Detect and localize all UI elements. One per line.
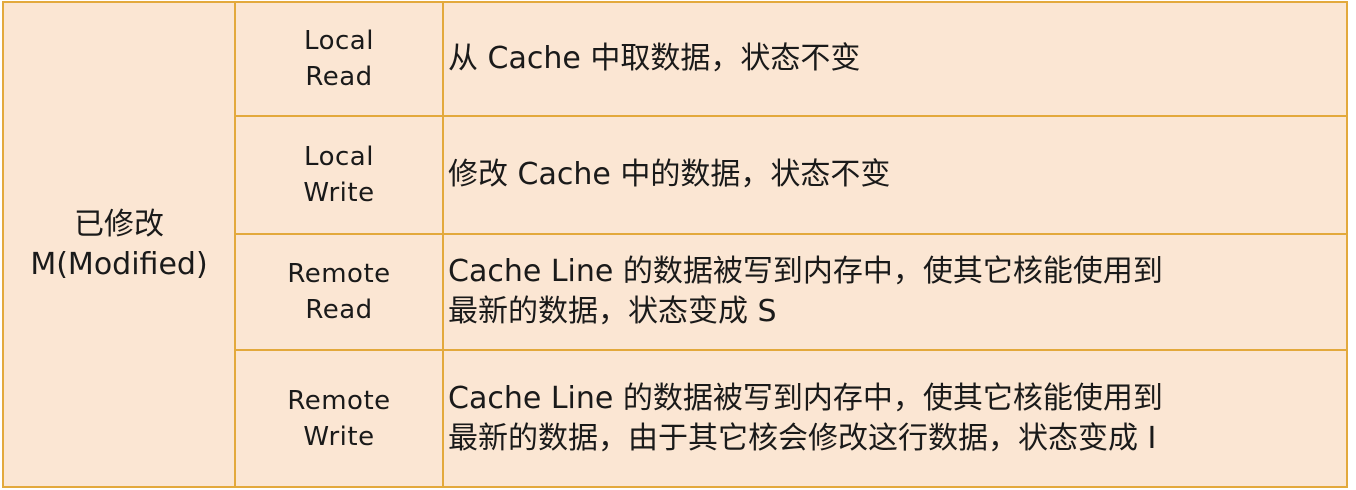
- mesi-state-table: 已修改 M(Modified) Local Read 从 Cache 中取数据，…: [2, 1, 1348, 488]
- event-cell-remote-write: Remote Write: [234, 349, 444, 488]
- event-label-line2: Read: [305, 62, 373, 92]
- state-name-en: M(Modified): [30, 246, 208, 282]
- description-cell: 从 Cache 中取数据，状态不变: [442, 1, 1348, 117]
- description-line2: 最新的数据，由于其它核会修改这行数据，状态变成 I: [448, 420, 1157, 456]
- description-line1: Cache Line 的数据被写到内存中，使其它核能使用到: [448, 254, 1163, 289]
- description-cell: 修改 Cache 中的数据，状态不变: [442, 115, 1348, 235]
- event-label-line1: Local: [304, 142, 374, 172]
- description-cell: Cache Line 的数据被写到内存中，使其它核能使用到 最新的数据，由于其它…: [442, 349, 1348, 488]
- state-name-cn: 已修改: [74, 206, 164, 242]
- event-cell-local-write: Local Write: [234, 115, 444, 235]
- description-cell: Cache Line 的数据被写到内存中，使其它核能使用到 最新的数据，状态变成…: [442, 233, 1348, 351]
- description-line2: 最新的数据，状态变成 S: [448, 294, 777, 329]
- event-cell-remote-read: Remote Read: [234, 233, 444, 351]
- description-line1: 修改 Cache 中的数据，状态不变: [448, 157, 891, 192]
- event-label-line1: Remote: [287, 259, 391, 289]
- event-label-line2: Read: [305, 295, 373, 325]
- event-label-line1: Local: [304, 26, 374, 56]
- state-cell-modified: 已修改 M(Modified): [2, 1, 236, 488]
- event-label-line2: Write: [303, 178, 375, 208]
- event-label-line2: Write: [303, 421, 375, 452]
- description-line1: Cache Line 的数据被写到内存中，使其它核能使用到: [448, 380, 1163, 416]
- event-label-line1: Remote: [287, 385, 391, 416]
- description-line1: 从 Cache 中取数据，状态不变: [448, 41, 861, 76]
- event-cell-local-read: Local Read: [234, 1, 444, 117]
- table-row: 已修改 M(Modified) Local Read 从 Cache 中取数据，…: [2, 1, 1348, 488]
